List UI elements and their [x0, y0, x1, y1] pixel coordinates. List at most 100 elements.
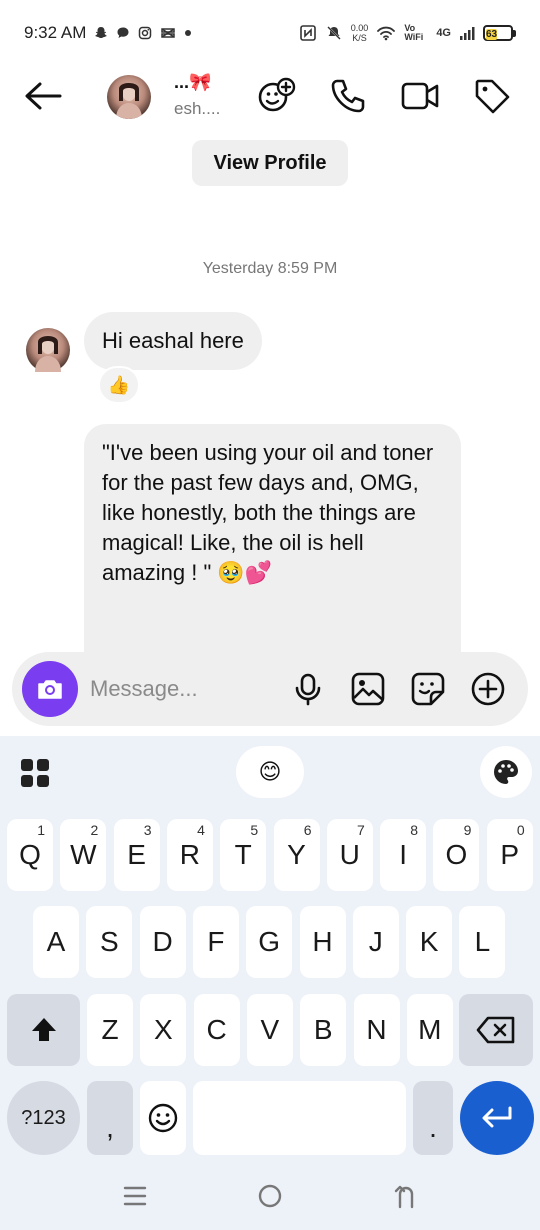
key-label: F	[207, 926, 225, 957]
mute-bell-icon	[327, 26, 341, 40]
message-input[interactable]	[90, 670, 280, 708]
tag-icon[interactable]	[472, 76, 512, 116]
apps-grid-icon[interactable]	[20, 758, 50, 788]
contact-username[interactable]: esh....	[174, 99, 220, 119]
speed-unit: K/S	[352, 33, 367, 43]
key-label: M	[418, 1014, 442, 1045]
keyboard-toolbar: 😊	[0, 736, 540, 808]
phone-icon[interactable]	[328, 76, 368, 116]
key-k[interactable]: K	[406, 906, 453, 978]
key-h[interactable]: H	[299, 906, 346, 978]
video-call-icon[interactable]	[400, 76, 440, 116]
key-label: N	[366, 1014, 387, 1045]
key-o[interactable]: O9	[433, 819, 480, 891]
key-n[interactable]: N	[353, 994, 400, 1066]
key-s[interactable]: S	[86, 906, 133, 978]
message-bubble[interactable]: Hi eashal here	[84, 312, 262, 370]
avatar-photo-icon	[116, 83, 142, 119]
status-left: 9:32 AM	[24, 23, 192, 43]
key-label: Q	[19, 839, 41, 870]
contact-avatar[interactable]	[107, 75, 151, 119]
key-i[interactable]: I8	[380, 819, 427, 891]
camera-button[interactable]	[22, 661, 78, 717]
instagram-icon	[139, 26, 152, 40]
key-m[interactable]: M	[406, 994, 453, 1066]
status-bar: 9:32 AM 0.00 K/S Vo WiFi 4G 63	[0, 0, 540, 66]
key-label: R	[179, 839, 200, 870]
back-arrow-icon[interactable]	[22, 78, 64, 114]
key-p[interactable]: P0	[486, 819, 533, 891]
gallery-icon[interactable]	[350, 671, 386, 707]
emoji-key[interactable]	[140, 1081, 186, 1155]
key-label: L	[474, 926, 491, 957]
space-key[interactable]	[193, 1081, 406, 1155]
key-r[interactable]: R4	[166, 819, 213, 891]
vowifi-label: Vo WiFi	[404, 23, 424, 42]
palette-icon	[494, 760, 518, 784]
wifi-icon	[377, 26, 396, 41]
network-type: 4G	[436, 27, 451, 39]
nfc-icon	[299, 25, 316, 41]
home-icon[interactable]	[254, 1180, 286, 1212]
key-hint: 8	[410, 822, 419, 838]
key-hint: 1	[37, 822, 45, 838]
symbols-key[interactable]: ?123	[7, 1081, 80, 1155]
battery-fill: 63	[486, 29, 498, 40]
key-label: T	[234, 839, 252, 870]
sticker-icon[interactable]	[410, 671, 446, 707]
back-nav-icon[interactable]	[390, 1180, 422, 1212]
thumbs-up-reaction[interactable]: 👍	[98, 366, 140, 404]
key-j[interactable]: J	[352, 906, 399, 978]
comma-key[interactable]: ,	[87, 1081, 133, 1155]
key-label: W	[70, 839, 97, 870]
emoji-button[interactable]: 😊	[236, 746, 304, 798]
capcut-icon	[161, 28, 176, 38]
plus-icon[interactable]	[470, 671, 506, 707]
key-e[interactable]: E3	[113, 819, 160, 891]
status-time: 9:32 AM	[24, 23, 87, 42]
key-q[interactable]: Q1	[7, 819, 53, 891]
key-w[interactable]: W2	[60, 819, 107, 891]
system-nav-bar	[0, 1160, 540, 1230]
key-d[interactable]: D	[139, 906, 186, 978]
key-label: I	[399, 839, 407, 870]
battery-indicator: 63	[483, 25, 516, 41]
shift-icon	[31, 1018, 56, 1041]
key-label: Z	[101, 1014, 119, 1045]
backspace-key[interactable]	[459, 994, 533, 1066]
key-v[interactable]: V	[246, 994, 293, 1066]
key-f[interactable]: F	[192, 906, 239, 978]
key-c[interactable]: C	[193, 994, 240, 1066]
key-u[interactable]: U7	[326, 819, 373, 891]
add-people-icon[interactable]	[256, 76, 296, 116]
key-label: X	[153, 1014, 173, 1045]
key-x[interactable]: X	[140, 994, 187, 1066]
keyboard: 😊 ?123 , . Q1W2E3R4T5Y6U7I8O9P0ASDFGHJKL…	[0, 736, 540, 1230]
key-hint: 3	[143, 822, 152, 838]
key-label: Y	[287, 839, 306, 870]
key-label: V	[260, 1014, 280, 1045]
key-label: S	[99, 926, 119, 957]
signal-icon	[460, 27, 475, 40]
key-g[interactable]: G	[246, 906, 293, 978]
key-hint: 7	[357, 822, 365, 838]
recent-apps-icon[interactable]	[119, 1180, 151, 1212]
key-l[interactable]: L	[459, 906, 506, 978]
key-y[interactable]: Y6	[273, 819, 320, 891]
key-b[interactable]: B	[300, 994, 347, 1066]
sender-avatar[interactable]	[26, 328, 70, 372]
dot-icon	[185, 30, 192, 36]
view-profile-button[interactable]: View Profile	[192, 140, 348, 186]
enter-key[interactable]	[460, 1081, 534, 1155]
key-a[interactable]: A	[33, 906, 79, 978]
key-z[interactable]: Z	[87, 994, 133, 1066]
network-speed: 0.00 K/S	[351, 23, 369, 43]
key-label: E	[127, 839, 146, 870]
theme-button[interactable]	[480, 746, 532, 798]
status-right: 0.00 K/S Vo WiFi 4G 63	[299, 23, 516, 43]
key-t[interactable]: T5	[220, 819, 267, 891]
microphone-icon[interactable]	[290, 671, 326, 707]
period-key[interactable]: .	[413, 1081, 453, 1155]
contact-name[interactable]: ...🎀	[174, 72, 211, 93]
shift-key[interactable]	[7, 994, 80, 1066]
